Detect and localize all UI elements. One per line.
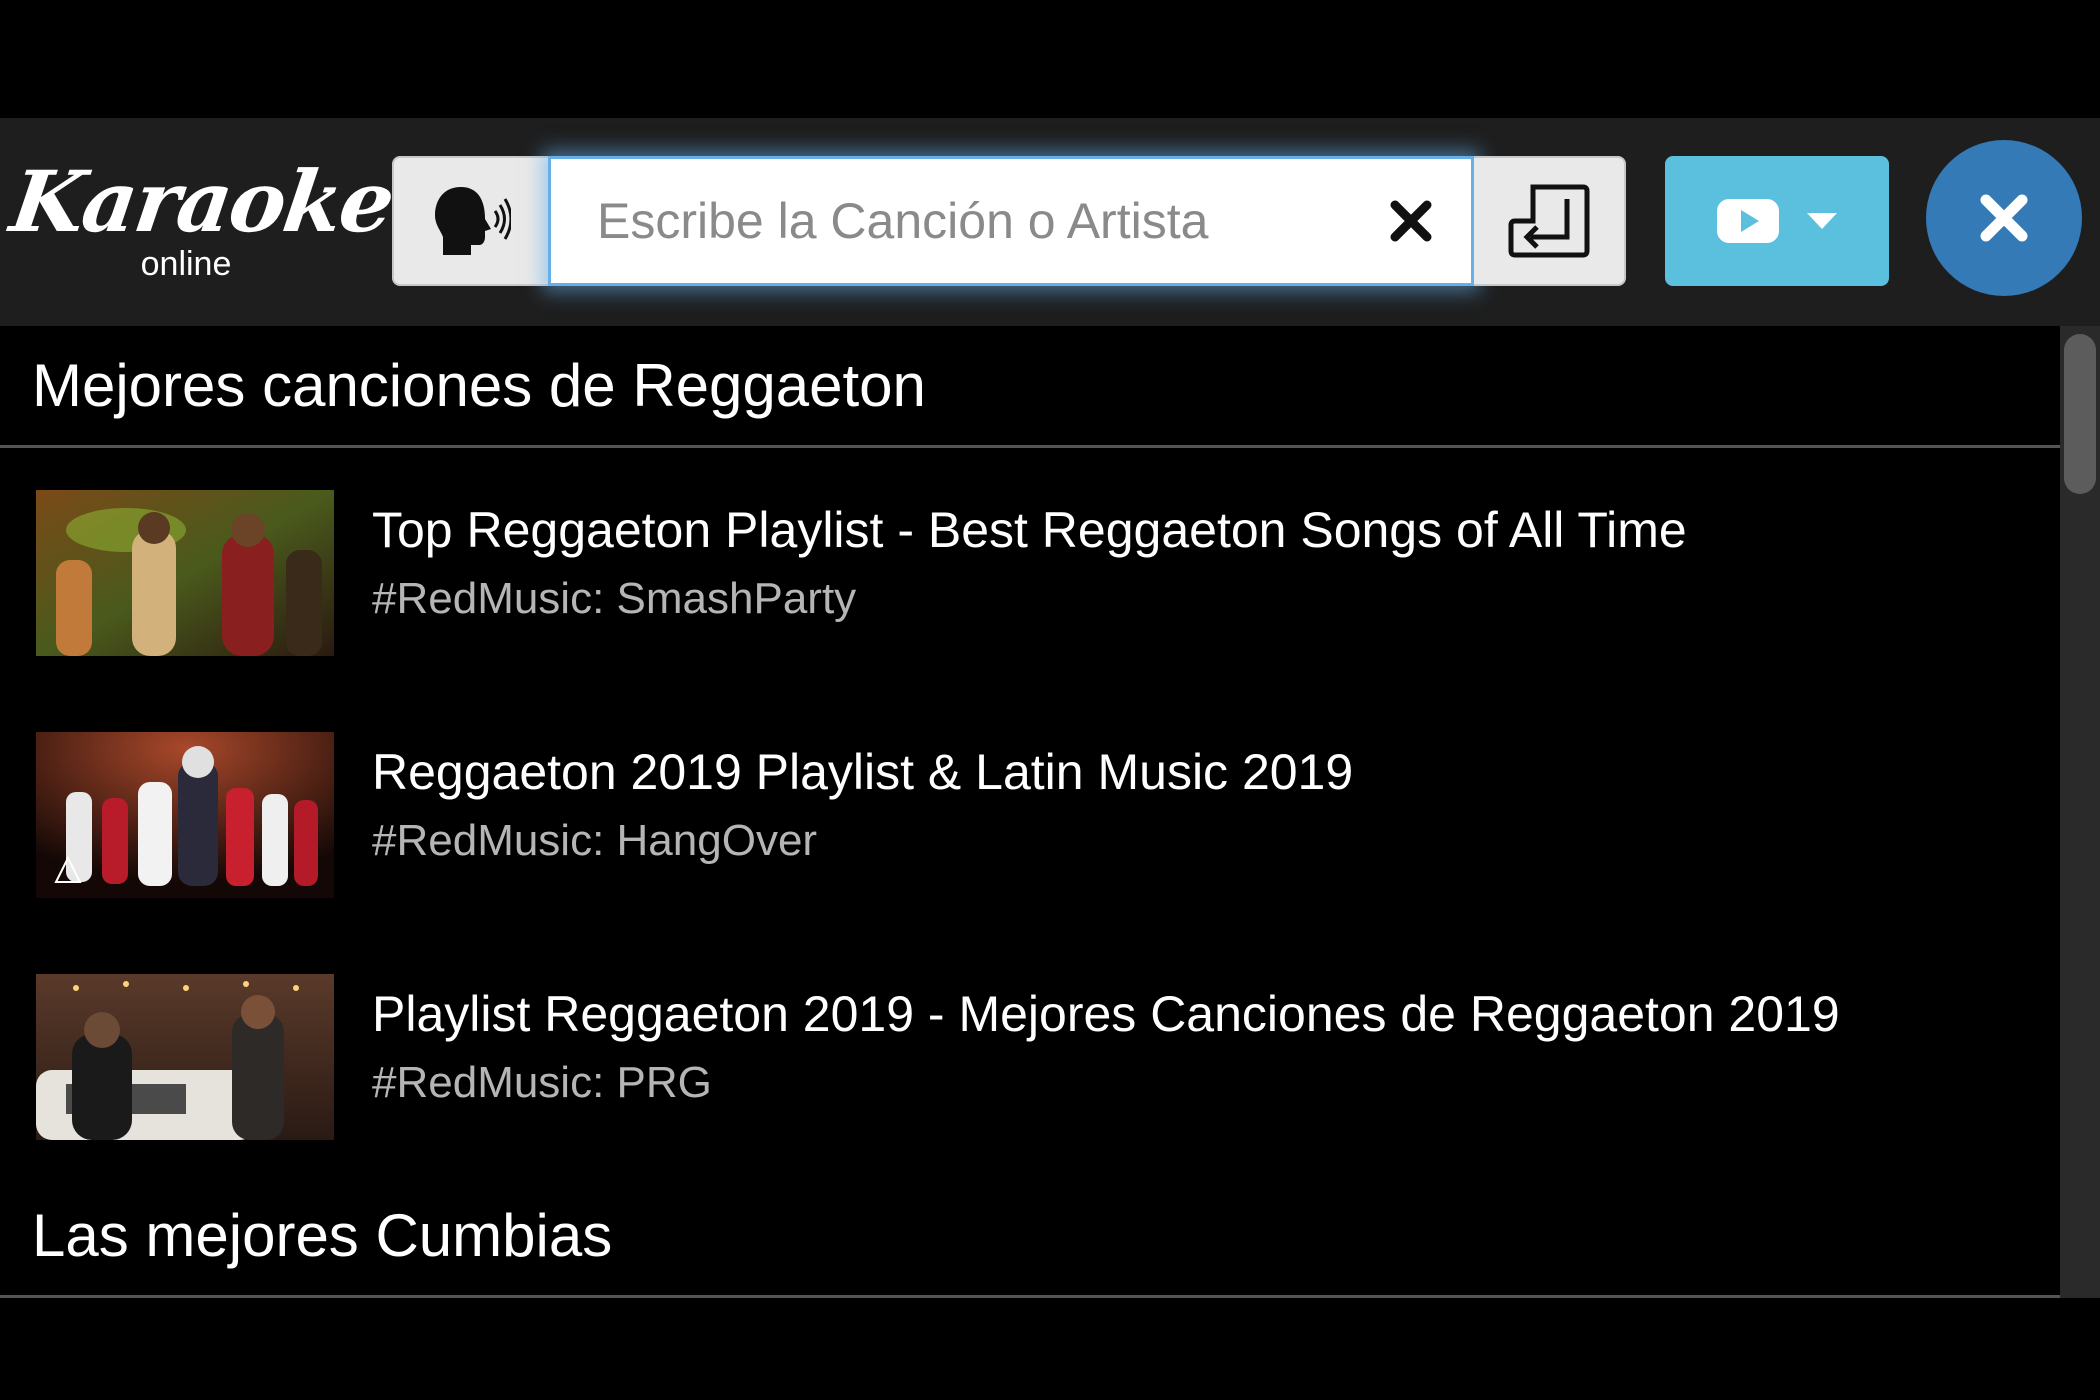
search-box [548,156,1474,286]
list-item[interactable]: Playlist Reggaeton 2019 - Mejores Cancio… [0,974,2060,1144]
logo[interactable]: Karaoke online [5,152,399,288]
close-button[interactable] [1926,140,2082,296]
list-item[interactable]: Reggaeton 2019 Playlist & Latin Music 20… [0,732,2060,902]
clear-search-button[interactable] [1381,191,1441,251]
close-icon [1980,194,2028,242]
close-icon [1390,200,1432,242]
logo-subtitle: online [140,245,232,283]
item-channel: #RedMusic: SmashParty [372,574,857,623]
video-thumbnail[interactable] [36,732,334,898]
scrollbar[interactable] [2060,326,2100,1298]
karaoke-app: Karaoke online Escribe la Canción o Arti… [0,0,2100,1400]
item-title[interactable]: Reggaeton 2019 Playlist & Latin Music 20… [372,742,1353,802]
section-title: Mejores canciones de Reggaeton [32,352,926,419]
header-bar: Karaoke online [0,118,2100,326]
video-thumbnail[interactable] [36,974,334,1140]
source-dropdown-button[interactable] [1665,156,1889,286]
search-input[interactable] [551,159,1331,283]
item-channel: #RedMusic: HangOver [372,816,818,865]
item-channel: #RedMusic: PRG [372,1058,712,1107]
item-title[interactable]: Playlist Reggaeton 2019 - Mejores Cancio… [372,984,1840,1044]
voice-search-button[interactable] [392,156,548,286]
scroll-thumb[interactable] [2064,334,2096,494]
caret-down-icon [1807,213,1837,229]
youtube-icon [1717,199,1779,243]
list-item[interactable]: Top Reggaeton Playlist - Best Reggaeton … [0,490,2060,660]
video-thumbnail[interactable] [36,490,334,656]
logo-title: Karaoke [5,152,399,251]
enter-key-icon [1508,184,1590,258]
section-header: Las mejores Cumbias [0,1176,2060,1298]
section-header: Mejores canciones de Reggaeton [0,326,2060,448]
item-title[interactable]: Top Reggaeton Playlist - Best Reggaeton … [372,500,1687,560]
enter-button[interactable] [1474,156,1626,286]
section-title: Las mejores Cumbias [32,1202,613,1269]
playlist-list: Mejores canciones de Reggaeton Top Regga… [0,326,2060,1298]
speaking-head-icon [435,187,511,255]
